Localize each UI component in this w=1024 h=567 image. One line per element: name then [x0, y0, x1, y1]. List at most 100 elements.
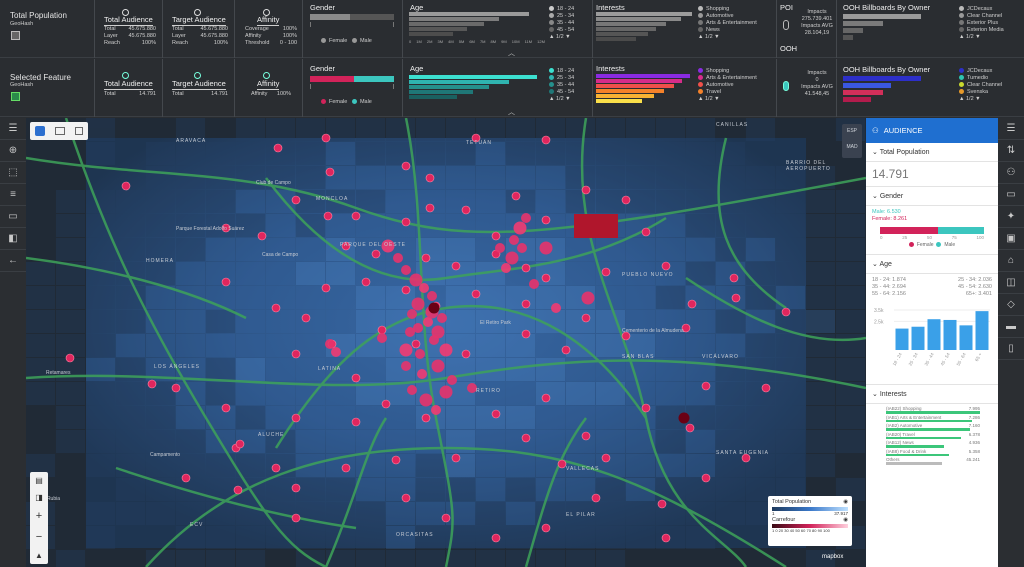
poi-marker[interactable] — [471, 289, 481, 299]
poi-toggle[interactable] — [783, 81, 789, 91]
collapse-chevron-icon[interactable]: ︿ — [508, 48, 515, 58]
poi-marker[interactable] — [601, 267, 611, 277]
eye-icon[interactable]: ◉ — [843, 517, 848, 523]
poi-marker[interactable] — [325, 167, 335, 177]
poi-marker[interactable] — [541, 273, 551, 283]
poi-marker[interactable] — [427, 291, 437, 301]
poi-marker[interactable] — [401, 285, 411, 295]
poi-marker[interactable] — [321, 283, 331, 293]
save-icon[interactable] — [75, 127, 83, 135]
poi-marker[interactable] — [541, 135, 551, 145]
poi-marker[interactable] — [521, 263, 531, 273]
poi-marker[interactable] — [517, 243, 527, 253]
poi-marker[interactable] — [221, 223, 231, 233]
home-icon[interactable]: ⌂ — [998, 250, 1024, 272]
poi-marker[interactable] — [301, 313, 311, 323]
poi-marker[interactable] — [393, 253, 403, 263]
poi-marker[interactable] — [581, 291, 595, 305]
poi-marker[interactable] — [501, 263, 511, 273]
poi-marker[interactable] — [541, 215, 551, 225]
poi-marker[interactable] — [439, 385, 453, 399]
poi-marker[interactable] — [461, 349, 471, 359]
poi-marker[interactable] — [351, 211, 361, 221]
hand-icon[interactable] — [35, 126, 45, 136]
poi-marker[interactable] — [557, 459, 567, 469]
selected-marker[interactable] — [428, 302, 440, 314]
poi-marker[interactable] — [601, 453, 611, 463]
draw-poly-icon[interactable] — [55, 127, 65, 135]
poi-marker[interactable] — [541, 523, 551, 533]
poi-marker[interactable] — [381, 399, 391, 409]
poi-marker[interactable] — [429, 335, 439, 345]
poi-marker[interactable] — [521, 329, 531, 339]
total-population-section[interactable]: ⌄ Total Population — [866, 143, 998, 162]
poi-marker[interactable] — [291, 413, 301, 423]
grid-icon[interactable] — [11, 31, 20, 40]
zoom-out-button[interactable]: − — [36, 531, 42, 543]
poi-marker[interactable] — [65, 353, 75, 363]
gender-section[interactable]: ⌄ Gender — [866, 187, 998, 206]
poi-marker[interactable] — [351, 373, 361, 383]
poi-marker[interactable] — [351, 417, 361, 427]
cube-icon[interactable]: ◇ — [998, 294, 1024, 316]
poi-marker[interactable] — [761, 383, 771, 393]
esp-button[interactable]: ESP — [842, 124, 862, 134]
poi-marker[interactable] — [431, 405, 441, 415]
poi-marker[interactable] — [377, 325, 387, 335]
poi-marker[interactable] — [417, 369, 427, 379]
poi-marker[interactable] — [731, 293, 741, 303]
poi-marker[interactable] — [551, 303, 561, 313]
poi-marker[interactable] — [581, 313, 591, 323]
poi-marker[interactable] — [291, 513, 301, 523]
poi-marker[interactable] — [539, 241, 553, 255]
age-pager[interactable]: ▲ 1/2 ▼ — [549, 96, 574, 103]
poi-marker[interactable] — [321, 133, 331, 143]
poi-marker[interactable] — [425, 173, 435, 183]
poi-marker[interactable] — [401, 161, 411, 171]
poi-marker[interactable] — [687, 299, 697, 309]
poi-marker[interactable] — [581, 431, 591, 441]
layers-icon[interactable]: ◧ — [0, 228, 26, 250]
poi-marker[interactable] — [415, 349, 425, 359]
poi-marker[interactable] — [341, 463, 351, 473]
selected-marker[interactable] — [678, 412, 690, 424]
poi-marker[interactable] — [621, 195, 631, 205]
poi-marker[interactable] — [467, 383, 477, 393]
poi-marker[interactable] — [521, 433, 531, 443]
poi-marker[interactable] — [701, 473, 711, 483]
poi-marker[interactable] — [325, 339, 335, 349]
poi-marker[interactable] — [401, 265, 411, 275]
poi-marker[interactable] — [399, 343, 413, 357]
poi-marker[interactable] — [529, 279, 539, 289]
poi-marker[interactable] — [581, 185, 591, 195]
map-view[interactable]: ARAVACA CANILLAS Club de Campo MONCLOA HOMER… — [26, 118, 866, 567]
grid-icon[interactable] — [11, 92, 20, 101]
poi-marker[interactable] — [511, 191, 521, 201]
menu-icon[interactable]: ☰ — [0, 118, 26, 140]
poi-marker[interactable] — [513, 221, 527, 235]
poi-marker[interactable] — [419, 393, 433, 407]
mad-button[interactable]: MAD — [842, 134, 862, 150]
poi-marker[interactable] — [509, 235, 519, 245]
poi-marker[interactable] — [233, 485, 243, 495]
poi-marker[interactable] — [271, 463, 281, 473]
interests-pager[interactable]: ▲ 1/2 ▼ — [698, 34, 757, 41]
menu-icon[interactable]: ☰ — [998, 118, 1024, 140]
poi-marker[interactable] — [461, 205, 471, 215]
filter-sliders-icon[interactable]: ≡ — [0, 184, 26, 206]
billboard-icon[interactable]: ◫ — [998, 272, 1024, 294]
ooh-pager[interactable]: ▲ 1/2 ▼ — [959, 96, 1002, 103]
poi-marker[interactable] — [221, 277, 231, 287]
poi-marker[interactable] — [521, 299, 531, 309]
poi-marker[interactable] — [421, 253, 431, 263]
layers-stack-icon[interactable]: ◨ — [35, 493, 43, 502]
search-zoom-icon[interactable]: ⊕ — [0, 140, 26, 162]
poi-marker[interactable] — [641, 403, 651, 413]
screens-icon[interactable]: ▭ — [998, 184, 1024, 206]
poi-marker[interactable] — [401, 361, 411, 371]
poi-marker[interactable] — [401, 217, 411, 227]
highlighted-cell[interactable] — [574, 214, 618, 238]
poi-marker[interactable] — [451, 453, 461, 463]
poi-marker[interactable] — [741, 453, 751, 463]
poi-marker[interactable] — [411, 339, 421, 349]
